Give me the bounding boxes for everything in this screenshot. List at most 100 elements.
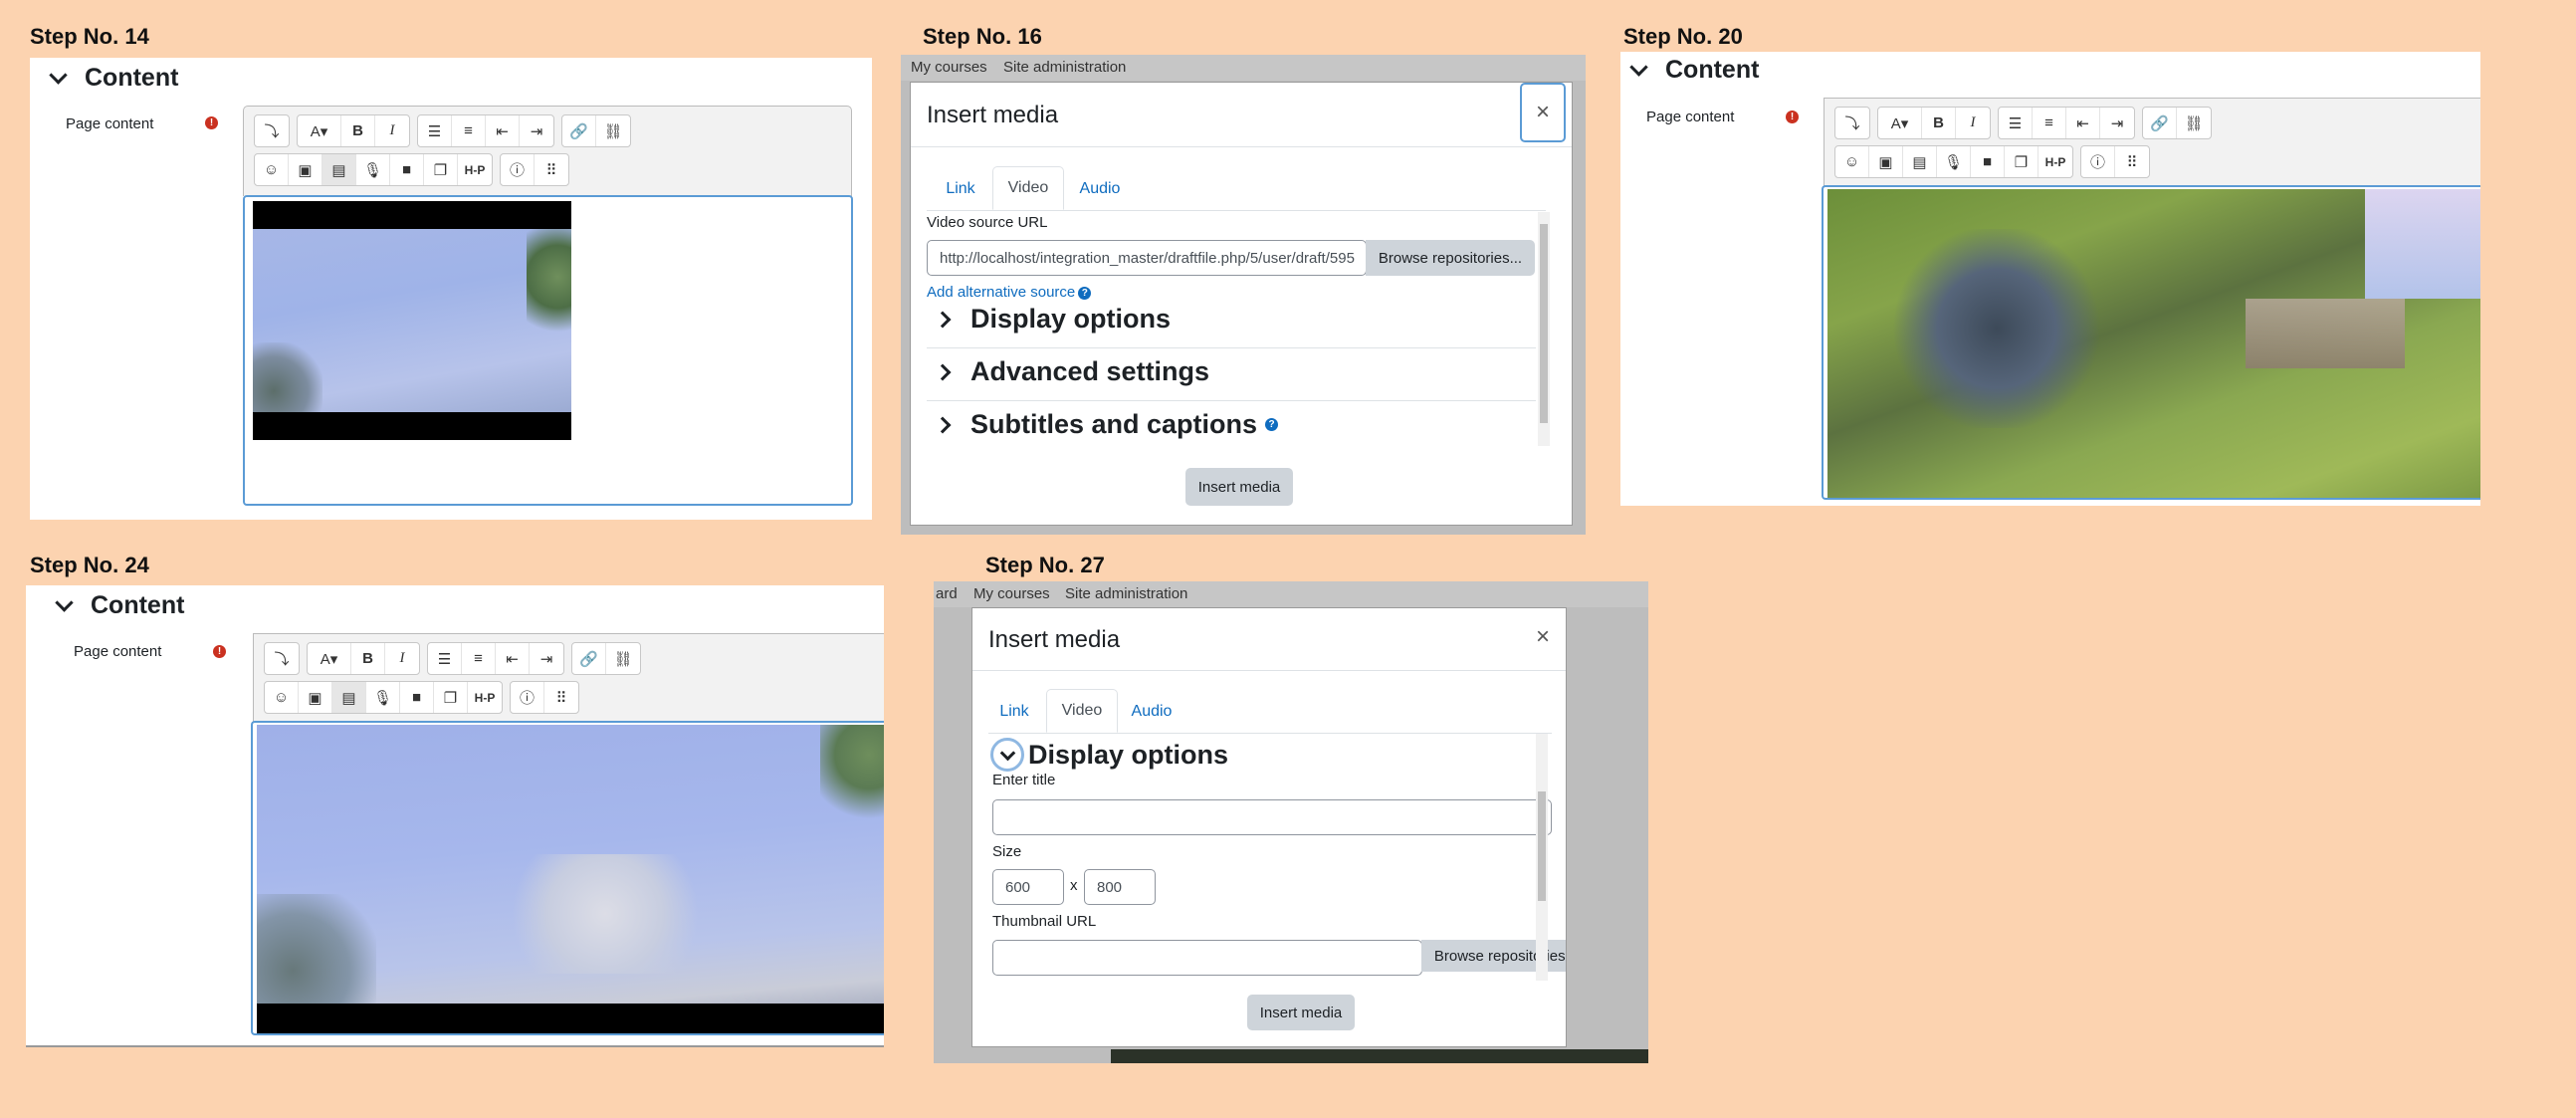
nav-dashboard[interactable]: ard xyxy=(936,585,958,602)
dialog-scrollbar[interactable] xyxy=(1538,212,1550,446)
content-section-header[interactable]: Content xyxy=(1629,56,1759,85)
unordered-list-icon[interactable]: ☰ xyxy=(418,115,452,146)
video-thumbnail[interactable] xyxy=(253,201,571,440)
media-icon[interactable]: ▤ xyxy=(332,682,366,713)
advanced-settings-toggle[interactable]: Advanced settings xyxy=(934,356,1209,387)
ordered-list-icon[interactable]: ≡ xyxy=(462,643,496,674)
display-options-toggle[interactable]: Display options xyxy=(990,738,1228,772)
bold-icon[interactable]: B xyxy=(1922,108,1956,138)
h5p-icon[interactable]: H-P xyxy=(2039,146,2072,177)
nav-my-courses[interactable]: My courses xyxy=(973,585,1050,602)
emoji-icon[interactable]: ☺ xyxy=(1835,146,1869,177)
emoji-icon[interactable]: ☺ xyxy=(255,154,289,185)
width-input[interactable]: 600 xyxy=(992,869,1064,905)
emoji-icon[interactable]: ☺ xyxy=(265,682,299,713)
enter-title-input[interactable] xyxy=(992,799,1552,835)
italic-icon[interactable]: I xyxy=(385,643,419,674)
media-icon[interactable]: ▤ xyxy=(322,154,356,185)
video-frame[interactable] xyxy=(257,725,884,1033)
record-audio-icon[interactable]: 🎙 xyxy=(1937,146,1971,177)
screenreader-helper-icon[interactable]: ⠿ xyxy=(535,154,568,185)
video-frame[interactable] xyxy=(1827,189,2480,498)
ordered-list-icon[interactable]: ≡ xyxy=(2033,108,2066,138)
link-icon[interactable]: 🔗 xyxy=(572,643,606,674)
close-icon[interactable]: × xyxy=(1520,608,1566,666)
editor-content-area[interactable] xyxy=(251,721,884,1035)
chevron-down-icon[interactable] xyxy=(1629,58,1648,77)
indent-icon[interactable]: ⇥ xyxy=(530,643,563,674)
insert-media-button[interactable]: Insert media xyxy=(1247,995,1355,1030)
nav-site-admin[interactable]: Site administration xyxy=(1003,59,1126,76)
accessibility-checker-icon[interactable]: ⓘ xyxy=(2081,146,2115,177)
unlink-icon[interactable]: ⛓ xyxy=(596,115,630,146)
image-icon[interactable]: ▣ xyxy=(299,682,332,713)
record-audio-icon[interactable]: 🎙 xyxy=(366,682,400,713)
tab-video[interactable]: Video xyxy=(992,166,1064,210)
collapse-icon[interactable]: ⤵ xyxy=(255,115,289,146)
collapse-icon[interactable]: ⤵ xyxy=(265,643,299,674)
record-video-icon[interactable]: ■ xyxy=(400,682,434,713)
content-section-header[interactable]: Content xyxy=(49,64,178,93)
manage-files-icon[interactable]: ❐ xyxy=(434,682,468,713)
outdent-icon[interactable]: ⇤ xyxy=(496,643,530,674)
unordered-list-icon[interactable]: ☰ xyxy=(428,643,462,674)
tab-video[interactable]: Video xyxy=(1046,689,1118,733)
content-section-header[interactable]: Content xyxy=(55,591,184,620)
manage-files-icon[interactable]: ❐ xyxy=(424,154,458,185)
tab-link[interactable]: Link xyxy=(933,167,988,211)
font-style-icon[interactable]: A▾ xyxy=(298,115,341,146)
screenreader-helper-icon[interactable]: ⠿ xyxy=(2115,146,2149,177)
h5p-icon[interactable]: H-P xyxy=(468,682,502,713)
tab-audio[interactable]: Audio xyxy=(1070,167,1130,211)
browse-repositories-button[interactable]: Browse repositories... xyxy=(1366,240,1535,276)
link-icon[interactable]: 🔗 xyxy=(562,115,596,146)
bold-icon[interactable]: B xyxy=(341,115,375,146)
record-video-icon[interactable]: ■ xyxy=(1971,146,2005,177)
dialog-scrollbar[interactable] xyxy=(1536,734,1548,981)
help-icon[interactable]: ? xyxy=(1078,286,1092,300)
italic-icon[interactable]: I xyxy=(375,115,409,146)
manage-files-icon[interactable]: ❐ xyxy=(2005,146,2039,177)
add-alternative-source-link[interactable]: Add alternative source? xyxy=(927,284,1092,301)
collapse-icon[interactable]: ⤵ xyxy=(1835,108,1869,138)
chevron-down-icon[interactable] xyxy=(55,593,74,612)
chevron-down-icon[interactable] xyxy=(49,66,68,85)
insert-media-button[interactable]: Insert media xyxy=(1185,468,1293,506)
image-icon[interactable]: ▣ xyxy=(289,154,322,185)
link-icon[interactable]: 🔗 xyxy=(2143,108,2177,138)
unlink-icon[interactable]: ⛓ xyxy=(606,643,640,674)
indent-icon[interactable]: ⇥ xyxy=(520,115,553,146)
chevron-down-icon[interactable] xyxy=(990,738,1024,772)
editor-content-area[interactable] xyxy=(1822,185,2480,500)
display-options-toggle[interactable]: Display options xyxy=(934,304,1171,335)
nav-site-admin[interactable]: Site administration xyxy=(1065,585,1187,602)
close-icon[interactable]: × xyxy=(1520,83,1566,142)
tab-link[interactable]: Link xyxy=(986,690,1042,734)
record-audio-icon[interactable]: 🎙 xyxy=(356,154,390,185)
media-icon[interactable]: ▤ xyxy=(1903,146,1937,177)
help-icon[interactable]: ? xyxy=(1265,418,1279,431)
unlink-icon[interactable]: ⛓ xyxy=(2177,108,2211,138)
ordered-list-icon[interactable]: ≡ xyxy=(452,115,486,146)
height-input[interactable]: 800 xyxy=(1084,869,1156,905)
editor-content-area[interactable] xyxy=(243,195,853,506)
bold-icon[interactable]: B xyxy=(351,643,385,674)
accessibility-checker-icon[interactable]: ⓘ xyxy=(511,682,544,713)
tab-audio[interactable]: Audio xyxy=(1122,690,1181,734)
accessibility-checker-icon[interactable]: ⓘ xyxy=(501,154,535,185)
font-style-icon[interactable]: A▾ xyxy=(1878,108,1922,138)
outdent-icon[interactable]: ⇤ xyxy=(2066,108,2100,138)
font-style-icon[interactable]: A▾ xyxy=(308,643,351,674)
outdent-icon[interactable]: ⇤ xyxy=(486,115,520,146)
image-icon[interactable]: ▣ xyxy=(1869,146,1903,177)
video-source-url-input[interactable]: http://localhost/integration_master/draf… xyxy=(927,240,1367,276)
italic-icon[interactable]: I xyxy=(1956,108,1990,138)
nav-my-courses[interactable]: My courses xyxy=(911,59,987,76)
screenreader-helper-icon[interactable]: ⠿ xyxy=(544,682,578,713)
unordered-list-icon[interactable]: ☰ xyxy=(1999,108,2033,138)
h5p-icon[interactable]: H-P xyxy=(458,154,492,185)
indent-icon[interactable]: ⇥ xyxy=(2100,108,2134,138)
thumbnail-url-input[interactable] xyxy=(992,940,1422,976)
record-video-icon[interactable]: ■ xyxy=(390,154,424,185)
subtitles-captions-toggle[interactable]: Subtitles and captions? xyxy=(934,409,1279,440)
